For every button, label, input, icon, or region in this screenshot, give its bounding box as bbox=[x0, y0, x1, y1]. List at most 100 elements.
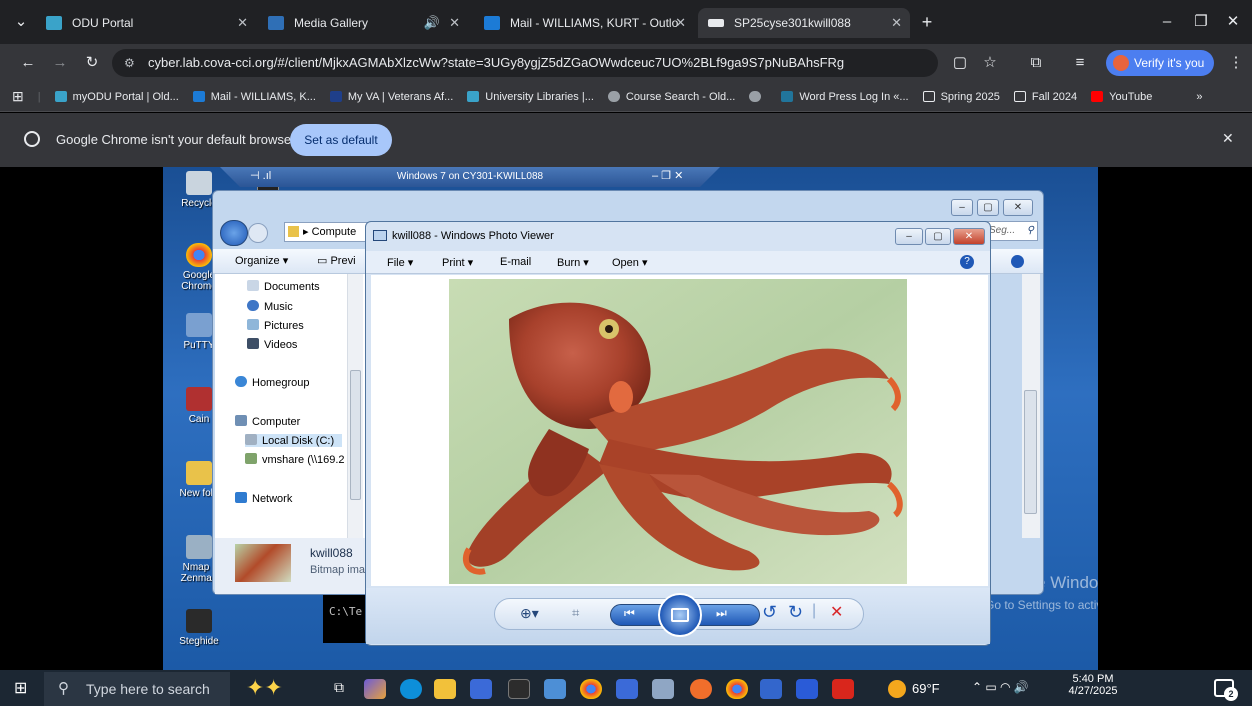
pv-maximize-icon[interactable]: ▢ bbox=[925, 228, 951, 245]
tab-sp25cyse301[interactable]: SP25cyse301kwill088 ✕ bbox=[698, 8, 910, 38]
pin-signal-icon[interactable]: ⊣ .ıl bbox=[250, 167, 271, 186]
audio-playing-icon[interactable]: 🔊 bbox=[424, 15, 440, 31]
app-icon-3[interactable] bbox=[616, 679, 638, 699]
help-icon[interactable] bbox=[1011, 255, 1024, 268]
nav-videos[interactable]: Videos bbox=[247, 338, 297, 351]
nav-pictures[interactable]: Pictures bbox=[247, 319, 304, 332]
menu-email[interactable]: E-mail bbox=[500, 256, 531, 268]
clock[interactable]: 5:40 PM 4/27/2025 bbox=[1068, 673, 1118, 697]
explorer-close-icon[interactable]: ✕ bbox=[1003, 199, 1033, 216]
app-icon-2[interactable] bbox=[544, 679, 566, 699]
reading-list-icon[interactable]: ≡ bbox=[1066, 44, 1094, 82]
store-icon[interactable] bbox=[470, 679, 492, 699]
bookmark-globe[interactable] bbox=[749, 91, 767, 102]
firefox-icon[interactable] bbox=[690, 679, 712, 699]
nav-network[interactable]: Network bbox=[235, 492, 292, 505]
nav-computer[interactable]: Computer bbox=[235, 415, 300, 428]
explorer-maximize-icon[interactable]: ▢ bbox=[977, 199, 999, 216]
back-icon[interactable]: ← bbox=[16, 44, 40, 82]
nav-homegroup[interactable]: Homegroup bbox=[235, 376, 309, 389]
nav-scrollbar[interactable] bbox=[347, 274, 363, 538]
explorer-minimize-icon[interactable]: – bbox=[951, 199, 973, 216]
tab-close-icon[interactable]: ✕ bbox=[237, 15, 248, 31]
new-tab-button[interactable]: + bbox=[914, 3, 940, 39]
terminal-icon[interactable] bbox=[508, 679, 530, 699]
nav-local-disk[interactable]: Local Disk (C:) bbox=[245, 434, 343, 447]
explorer-content-scrollbar[interactable] bbox=[1022, 274, 1040, 538]
explorer-breadcrumb[interactable]: ▸ Compute bbox=[284, 222, 370, 242]
rotate-right-icon[interactable]: ↻ bbox=[788, 602, 803, 623]
bookmark-mail[interactable]: Mail - WILLIAMS, K... bbox=[192, 91, 316, 103]
rotate-left-icon[interactable]: ↺ bbox=[762, 602, 777, 623]
taskbar-search[interactable]: ⚲ Type here to search bbox=[44, 672, 230, 706]
address-bar[interactable]: ⚙ cyber.lab.cova-cci.org/#/client/MjkxAG… bbox=[112, 49, 938, 77]
explorer-search-input[interactable]: Seg... ⚲ bbox=[984, 221, 1038, 241]
chrome-profile-k-icon[interactable] bbox=[580, 679, 602, 699]
app-icon-1[interactable] bbox=[364, 679, 386, 699]
menu-burn[interactable]: Burn ▾ bbox=[557, 256, 589, 269]
app-icon-5[interactable] bbox=[760, 679, 782, 699]
menu-file[interactable]: File ▾ bbox=[387, 256, 413, 269]
previous-icon[interactable]: ⏮ bbox=[624, 606, 635, 621]
tab-media-gallery[interactable]: Media Gallery 🔊 ✕ bbox=[258, 8, 468, 38]
tab-close-icon[interactable]: ✕ bbox=[891, 15, 902, 31]
preview-button[interactable]: ▭ Previ bbox=[317, 249, 356, 274]
pv-minimize-icon[interactable]: – bbox=[895, 228, 923, 245]
set-default-button[interactable]: Set as default bbox=[290, 124, 392, 156]
actual-size-icon[interactable]: ⌗ bbox=[572, 605, 579, 621]
infobar-close-icon[interactable]: ✕ bbox=[1222, 130, 1234, 147]
pv-close-icon[interactable]: ✕ bbox=[953, 228, 985, 245]
bookmark-star-icon[interactable]: ☆ bbox=[976, 44, 1004, 82]
bookmark-fall-2024[interactable]: Fall 2024 bbox=[1013, 91, 1077, 103]
organize-menu[interactable]: Organize ▾ bbox=[235, 249, 288, 274]
bookmark-course-search[interactable]: Course Search - Old... bbox=[607, 91, 735, 103]
menu-icon[interactable]: ⋮ bbox=[1224, 44, 1248, 82]
copilot-sparkle-icon[interactable]: ✦✦ bbox=[246, 672, 300, 704]
desktop-icon-steghide[interactable]: Steghide bbox=[173, 609, 225, 647]
weather-temp[interactable]: 69°F bbox=[912, 681, 940, 696]
tab-search-icon[interactable]: ⌄ bbox=[6, 3, 36, 39]
pv-help-icon[interactable]: ? bbox=[960, 255, 974, 269]
tab-close-icon[interactable]: ✕ bbox=[675, 15, 686, 31]
system-tray-icons[interactable]: ⌃ ▭ ◠ 🔊 bbox=[972, 680, 1029, 694]
bookmark-libraries[interactable]: University Libraries |... bbox=[467, 91, 594, 103]
minimize-icon[interactable]: – bbox=[1152, 3, 1182, 39]
apps-icon[interactable]: ⊞ bbox=[12, 88, 24, 105]
reload-icon[interactable]: ↻ bbox=[80, 44, 104, 82]
forward-icon[interactable]: → bbox=[48, 44, 72, 82]
menu-open[interactable]: Open ▾ bbox=[612, 256, 648, 269]
scrollbar-thumb[interactable] bbox=[1024, 390, 1037, 514]
nav-vmshare[interactable]: vmshare (\\169.2 bbox=[245, 453, 345, 466]
menu-print[interactable]: Print ▾ bbox=[442, 256, 473, 269]
site-info-icon[interactable]: ⚙ bbox=[124, 49, 135, 77]
explorer-nav-pane[interactable]: Documents Music Pictures Videos Homegrou… bbox=[215, 274, 367, 538]
weather-sun-icon[interactable] bbox=[888, 680, 906, 698]
explorer-back-icon[interactable] bbox=[220, 220, 248, 246]
bookmark-wordpress[interactable]: Word Press Log In «... bbox=[781, 91, 909, 103]
close-window-icon[interactable]: ✕ bbox=[1218, 3, 1248, 39]
restore-icon[interactable]: ❐ bbox=[1186, 3, 1216, 39]
bookmark-youtube[interactable]: YouTube bbox=[1091, 91, 1152, 103]
nav-documents[interactable]: Documents bbox=[247, 280, 320, 293]
extensions-icon[interactable]: ⧉ bbox=[1022, 44, 1050, 82]
notification-icon[interactable]: 2 bbox=[1214, 679, 1238, 701]
scrollbar-thumb[interactable] bbox=[350, 370, 361, 500]
zoom-icon[interactable]: ⊕▾ bbox=[520, 605, 539, 622]
nav-music[interactable]: Music bbox=[247, 300, 293, 313]
verify-profile-button[interactable]: Verify it's you bbox=[1106, 50, 1214, 76]
next-icon[interactable]: ⏭ bbox=[716, 606, 727, 621]
chrome-profile-icon[interactable] bbox=[726, 679, 748, 699]
tab-odu-portal[interactable]: ODU Portal ✕ bbox=[36, 8, 256, 38]
clipboard-icon[interactable]: ▢ bbox=[946, 44, 974, 82]
more-bookmarks-icon[interactable]: » bbox=[1196, 91, 1202, 103]
tab-outlook-mail[interactable]: Mail - WILLIAMS, KURT - Outlo ✕ bbox=[474, 8, 694, 38]
explorer-forward-icon[interactable] bbox=[248, 223, 268, 243]
slideshow-button[interactable] bbox=[658, 593, 702, 637]
bookmark-myodu[interactable]: myODU Portal | Old... bbox=[54, 91, 179, 103]
rdp-connection-bar[interactable]: ⊣ .ıl Windows 7 on CY301-KWILL088 – ❐ ✕ bbox=[220, 167, 720, 187]
app-icon-4[interactable] bbox=[652, 679, 674, 699]
bookmark-va[interactable]: My VA | Veterans Af... bbox=[329, 91, 453, 103]
file-explorer-icon[interactable] bbox=[434, 679, 456, 699]
start-button[interactable]: ⊞ bbox=[14, 680, 32, 698]
edge-icon[interactable] bbox=[400, 679, 422, 699]
